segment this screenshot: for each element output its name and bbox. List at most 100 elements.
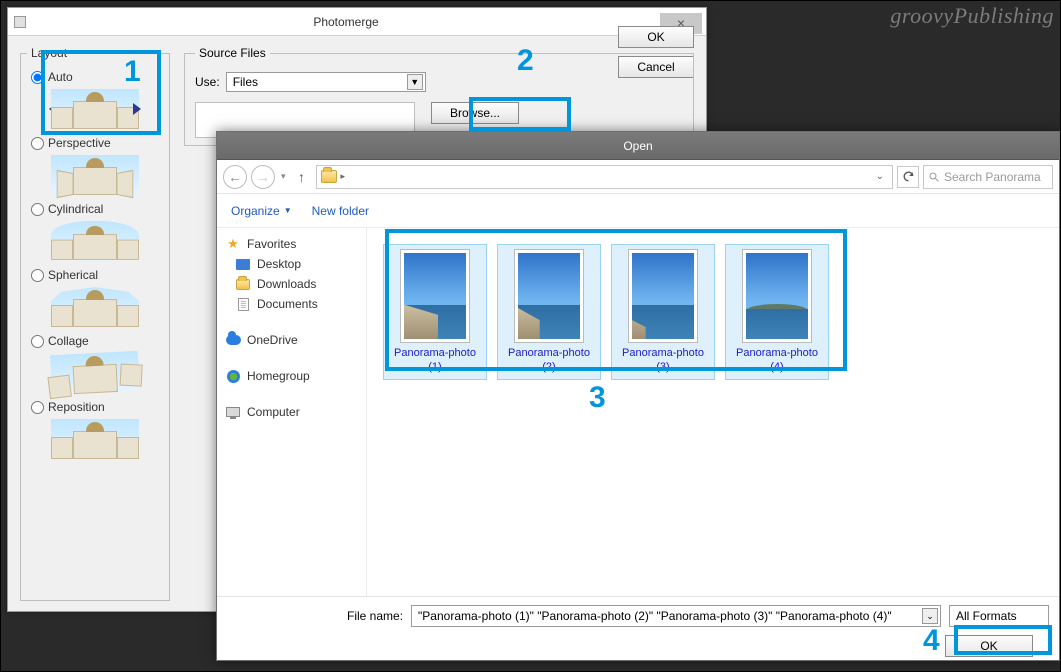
organize-label: Organize	[231, 204, 280, 218]
layout-spherical-label: Spherical	[48, 268, 98, 282]
new-folder-button[interactable]: New folder	[312, 204, 369, 218]
file-thumbnail	[518, 253, 580, 339]
use-label: Use:	[195, 75, 220, 89]
chevron-down-icon[interactable]: ⌄	[876, 171, 888, 182]
file-item[interactable]: Panorama-photo (1)	[383, 244, 487, 380]
sidebar-documents-label: Documents	[257, 297, 318, 311]
filename-input[interactable]: "Panorama-photo (1)" "Panorama-photo (2)…	[411, 605, 941, 627]
layout-perspective-label: Perspective	[48, 136, 111, 150]
sidebar-documents[interactable]: Documents	[221, 294, 362, 314]
sidebar-desktop[interactable]: Desktop	[221, 254, 362, 274]
folder-icon	[321, 170, 337, 183]
use-select-value: Files	[233, 75, 258, 89]
layout-cylindrical-radio[interactable]	[31, 203, 44, 216]
folder-icon	[236, 279, 250, 290]
annotation-step-1: 1	[124, 55, 141, 89]
layout-auto-option[interactable]: Auto	[31, 70, 163, 84]
layout-auto-thumb	[51, 89, 139, 129]
layout-auto-label: Auto	[48, 70, 73, 84]
layout-spherical-option[interactable]: Spherical	[31, 268, 163, 282]
layout-auto-radio[interactable]	[31, 71, 44, 84]
layout-fieldset: Layout Auto Perspective Cylindrical Sphe…	[20, 46, 170, 601]
nav-forward-button[interactable]: →	[251, 165, 275, 189]
file-format-value: All Formats	[956, 609, 1017, 623]
search-placeholder: Search Panorama	[944, 170, 1041, 184]
browse-button[interactable]: Browse...	[431, 102, 519, 124]
layout-legend: Layout	[27, 46, 71, 60]
file-thumbnail	[746, 253, 808, 339]
organize-menu[interactable]: Organize ▼	[231, 204, 292, 218]
computer-icon	[226, 407, 240, 417]
filename-value: "Panorama-photo (1)" "Panorama-photo (2)…	[418, 609, 892, 623]
homegroup-icon	[227, 370, 240, 383]
sidebar-downloads[interactable]: Downloads	[221, 274, 362, 294]
annotation-step-2: 2	[517, 44, 534, 78]
filename-label: File name:	[227, 609, 403, 623]
annotation-step-3: 3	[589, 381, 606, 415]
file-thumbnail	[404, 253, 466, 339]
sidebar-computer[interactable]: Computer	[221, 402, 362, 422]
file-num: (1)	[428, 361, 441, 373]
breadcrumb[interactable]: ▸ ⌄	[316, 165, 893, 189]
file-item[interactable]: Panorama-photo (4)	[725, 244, 829, 380]
sidebar-onedrive[interactable]: OneDrive	[221, 330, 362, 350]
use-select[interactable]: Files ▼	[226, 72, 426, 92]
layout-reposition-radio[interactable]	[31, 401, 44, 414]
desktop-icon	[236, 259, 250, 270]
refresh-icon	[902, 170, 915, 183]
open-file-dialog: Open ← → ▾ ↑ ▸ ⌄ Search Panorama Organiz…	[216, 131, 1060, 661]
chevron-down-icon[interactable]: ⌄	[922, 608, 938, 624]
chevron-right-icon: ▸	[341, 171, 346, 182]
file-format-select[interactable]: All Formats	[949, 605, 1049, 627]
open-ok-button[interactable]: OK	[945, 635, 1033, 657]
sidebar-homegroup[interactable]: Homegroup	[221, 366, 362, 386]
layout-reposition-thumb	[51, 419, 139, 459]
sidebar-favorites[interactable]: ★Favorites	[221, 234, 362, 254]
sidebar-downloads-label: Downloads	[257, 277, 316, 291]
file-num: (2)	[542, 361, 555, 373]
sidebar-favorites-label: Favorites	[247, 237, 296, 251]
open-nav-bar: ← → ▾ ↑ ▸ ⌄ Search Panorama	[217, 160, 1059, 194]
open-toolbar: Organize ▼ New folder	[217, 194, 1059, 228]
annotation-step-4: 4	[923, 624, 940, 658]
open-titlebar: Open	[217, 132, 1059, 160]
layout-cylindrical-thumb	[51, 221, 139, 261]
source-files-legend: Source Files	[195, 46, 270, 60]
nav-up-button[interactable]: ↑	[292, 169, 312, 185]
open-files-pane[interactable]: Panorama-photo (1) Panorama-photo (2) Pano…	[367, 228, 1059, 596]
file-item[interactable]: Panorama-photo (2)	[497, 244, 601, 380]
layout-cylindrical-option[interactable]: Cylindrical	[31, 202, 163, 216]
file-item[interactable]: Panorama-photo(3)	[611, 244, 715, 380]
layout-collage-label: Collage	[48, 334, 89, 348]
open-sidebar: ★Favorites Desktop Downloads Documents O…	[217, 228, 367, 596]
cloud-icon	[226, 335, 241, 345]
file-num: (4)	[770, 361, 783, 373]
file-name: Panorama-photo	[736, 347, 818, 359]
photomerge-titlebar: Photomerge ×	[8, 8, 706, 36]
sidebar-computer-label: Computer	[247, 405, 300, 419]
layout-perspective-radio[interactable]	[31, 137, 44, 150]
search-input[interactable]: Search Panorama	[923, 165, 1053, 189]
layout-spherical-radio[interactable]	[31, 269, 44, 282]
nav-history-dropdown[interactable]: ▾	[279, 171, 288, 182]
layout-perspective-option[interactable]: Perspective	[31, 136, 163, 150]
document-icon	[238, 298, 249, 311]
layout-reposition-option[interactable]: Reposition	[31, 400, 163, 414]
file-name: Panorama-photo	[508, 347, 590, 359]
chevron-down-icon[interactable]: ▼	[407, 74, 423, 90]
layout-spherical-thumb	[51, 287, 139, 327]
layout-collage-option[interactable]: Collage	[31, 334, 163, 348]
open-title: Open	[623, 139, 652, 153]
file-name: Panorama-photo	[394, 347, 476, 359]
file-name: Panorama-photo	[622, 347, 704, 359]
layout-cylindrical-label: Cylindrical	[48, 202, 103, 216]
nav-back-button[interactable]: ←	[223, 165, 247, 189]
search-icon	[928, 171, 940, 183]
photomerge-title: Photomerge	[32, 15, 660, 29]
chevron-down-icon: ▼	[284, 206, 292, 215]
layout-collage-radio[interactable]	[31, 335, 44, 348]
layout-perspective-thumb	[51, 155, 139, 195]
refresh-button[interactable]	[897, 166, 919, 188]
layout-reposition-label: Reposition	[48, 400, 105, 414]
layout-collage-thumb	[50, 351, 140, 396]
